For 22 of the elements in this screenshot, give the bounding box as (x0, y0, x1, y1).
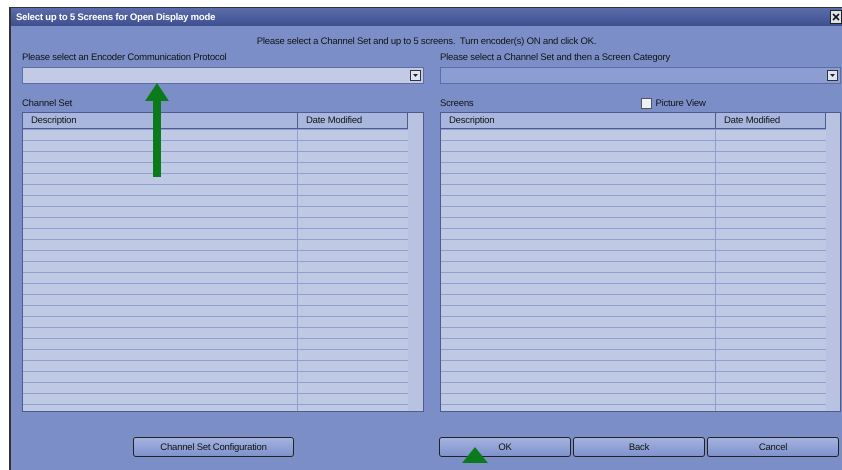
scrollbar[interactable] (826, 113, 840, 411)
dropdown-field[interactable] (440, 67, 841, 84)
arrow-drawing (462, 447, 488, 463)
dialog-button[interactable]: Back (573, 437, 705, 457)
configuration-button[interactable]: Channel Set Configuration (133, 437, 294, 457)
column-header[interactable]: Date Modified (716, 113, 826, 129)
window-title: Select up to 5 Screens for Open Display mode (16, 12, 216, 22)
dialog-button[interactable]: OK (439, 437, 571, 457)
picture-view-checkbox[interactable] (641, 98, 652, 108)
dropdown-field[interactable] (22, 67, 424, 84)
dialog-button[interactable]: Cancel (707, 437, 839, 457)
list-label: Channel Set (22, 98, 72, 108)
list-label: Screens (440, 98, 474, 108)
scrollbar[interactable] (408, 113, 423, 411)
checkbox-label[interactable]: Picture View (655, 98, 706, 108)
close-icon[interactable] (830, 10, 842, 24)
field-label: Please select an Encoder Communication Protocol (22, 51, 228, 65)
instruction-text: Please select a Channel Set and up to 5 screens. Turn encoder(s) ON and click OK. (256, 35, 598, 49)
column-header[interactable]: Description (23, 113, 298, 129)
column-header[interactable]: Description (441, 113, 716, 129)
column-header[interactable]: Date Modified (298, 113, 408, 129)
field-label: Please select a Channel Set and then a Screen Category (440, 51, 672, 65)
